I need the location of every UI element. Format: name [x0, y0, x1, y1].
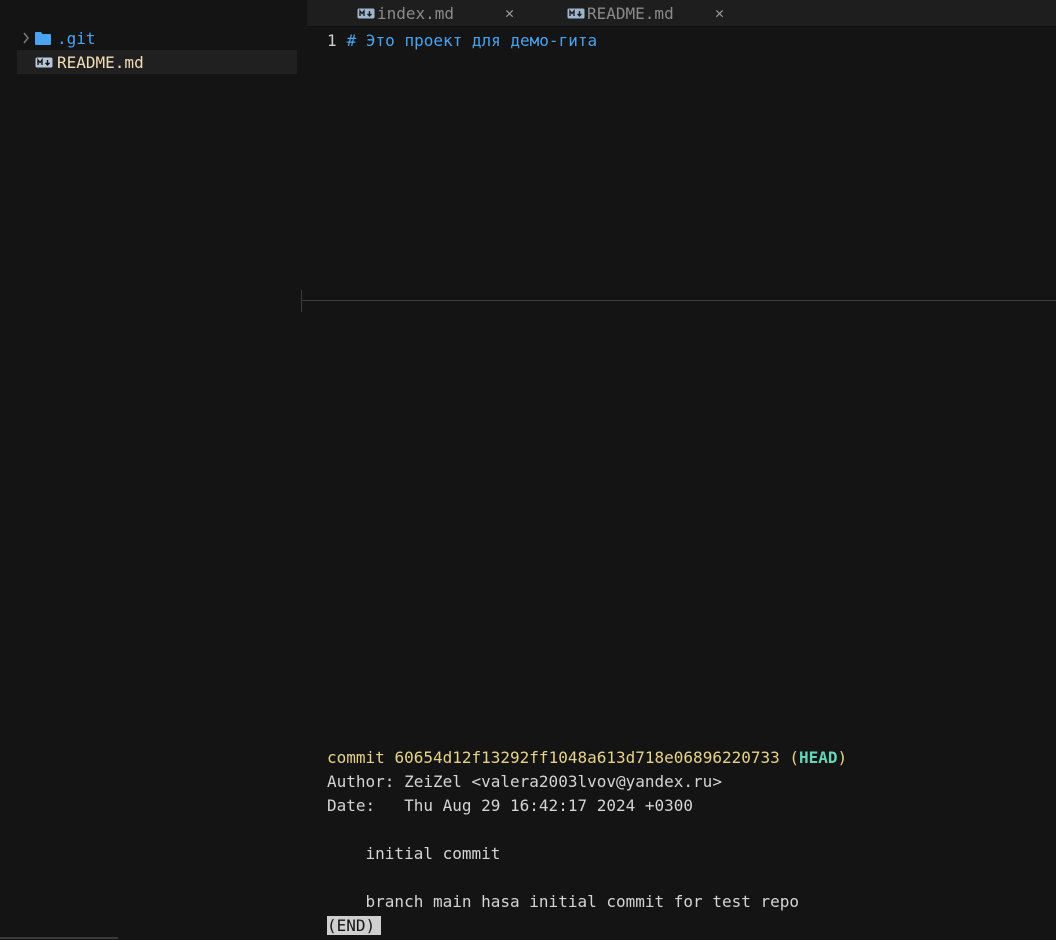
- markdown-icon: [567, 8, 585, 19]
- pager-line: (END): [327, 914, 1056, 938]
- folder-icon: [35, 31, 57, 45]
- commit-hash: 60654d12f13292ff1048a613d718e06896220733: [394, 748, 780, 767]
- tab-label: index.md: [377, 3, 455, 23]
- file-explorer: .git README.md: [0, 0, 300, 940]
- close-icon[interactable]: ✕: [505, 0, 514, 26]
- pager-end: (END): [327, 916, 382, 935]
- commit-line: commit 60654d12f13292ff1048a613d718e0689…: [327, 746, 1056, 770]
- terminal-output[interactable]: commit 60654d12f13292ff1048a613d718e0689…: [327, 746, 1056, 938]
- commit-body: branch main hasa initial commit for test…: [327, 892, 800, 911]
- line-text[interactable]: # Это проект для демо-гита: [347, 31, 597, 50]
- tab-readme-md[interactable]: README.md ✕: [567, 0, 727, 26]
- split-handle[interactable]: [301, 290, 302, 312]
- ref-close: ): [837, 748, 848, 767]
- commit-prefix: commit: [327, 748, 395, 767]
- tree-item-label: .git: [57, 28, 96, 48]
- pane-divider[interactable]: [301, 300, 1056, 301]
- editor-line[interactable]: 1 # Это проект для демо-гита: [327, 28, 597, 52]
- tree-item-readme[interactable]: README.md: [17, 50, 297, 74]
- tree-item-git-folder[interactable]: .git: [17, 26, 297, 50]
- markdown-icon: [35, 57, 57, 68]
- author-line: Author: ZeiZel <valera2003lvov@yandex.ru…: [327, 772, 722, 791]
- close-icon[interactable]: ✕: [715, 0, 724, 26]
- tab-bar: index.md ✕ README.md ✕: [307, 0, 1056, 27]
- scrollbar[interactable]: [0, 937, 118, 939]
- ref-open: (: [779, 748, 800, 767]
- tree-item-label: README.md: [57, 52, 144, 72]
- line-number: 1: [327, 30, 337, 50]
- markdown-icon: [357, 8, 375, 19]
- editor-pane[interactable]: 1 # Это проект для демо-гита: [307, 26, 1056, 300]
- chevron-right-icon[interactable]: [17, 32, 35, 44]
- tab-label: README.md: [587, 3, 674, 23]
- head-ref: HEAD: [799, 748, 838, 767]
- date-line: Date: Thu Aug 29 16:42:17 2024 +0300: [327, 796, 694, 815]
- tab-index-md[interactable]: index.md ✕: [357, 0, 517, 26]
- commit-message: initial commit: [327, 844, 501, 863]
